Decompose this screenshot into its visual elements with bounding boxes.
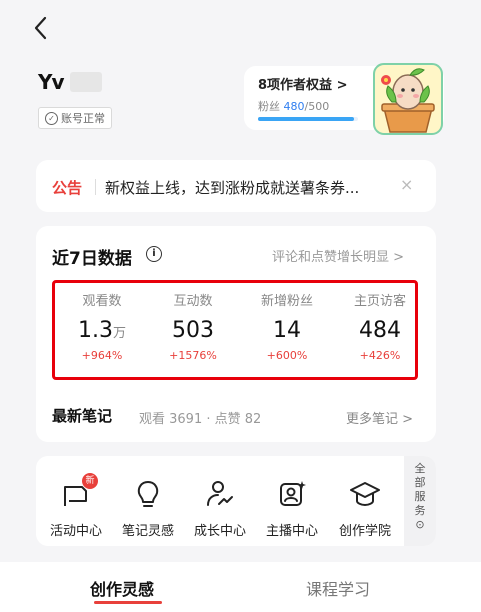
metric-new-fans[interactable]: 新增粉丝 14 +600% xyxy=(241,290,333,362)
close-icon[interactable]: × xyxy=(400,175,413,194)
weekly-data-title: 近7日数据 xyxy=(52,249,132,269)
metric-interactions[interactable]: 互动数 503 +1576% xyxy=(147,290,239,362)
announcement-divider xyxy=(95,179,96,195)
metric-label: 互动数 xyxy=(173,294,213,309)
fans-progress-text: 粉丝 480/500 xyxy=(258,98,329,114)
metric-value: 503 xyxy=(147,318,239,343)
all-services-char: 部 xyxy=(414,476,426,489)
latest-notes-title: 最新笔记 xyxy=(52,407,113,425)
username-redacted xyxy=(70,72,102,92)
latest-notes-stats: 观看 3691 · 点赞 82 xyxy=(139,412,262,427)
metric-change: +600% xyxy=(266,349,308,362)
service-label: 成长中心 xyxy=(193,524,246,539)
username: Yv xyxy=(38,70,65,94)
fans-target: /500 xyxy=(304,100,330,113)
weekly-data-hint-link[interactable]: 评论和点赞增长明显 > xyxy=(272,246,404,265)
metric-label: 新增粉丝 xyxy=(260,294,313,309)
metric-value: 1.3万 xyxy=(56,318,148,343)
metric-label: 主页访客 xyxy=(353,294,406,309)
service-note-inspiration[interactable]: 笔记灵感 xyxy=(113,478,183,539)
graduation-cap-icon xyxy=(350,482,380,507)
metric-unit: 万 xyxy=(112,326,126,341)
fans-progress-fill xyxy=(258,117,354,121)
more-notes-link[interactable]: 更多笔记 > xyxy=(346,408,413,427)
tab-creative-inspiration[interactable]: 创作灵感 xyxy=(90,576,154,600)
lightbulb-icon xyxy=(137,481,159,507)
new-badge: 新 xyxy=(82,473,98,489)
announcement-tag: 公告 xyxy=(52,179,83,197)
metric-views[interactable]: 观看数 1.3万 +964% xyxy=(56,290,148,362)
service-activity-center[interactable]: 活动中心 xyxy=(41,478,111,539)
service-label: 主播中心 xyxy=(265,524,318,539)
all-services-char: 服 xyxy=(414,490,426,503)
service-label: 创作学院 xyxy=(338,524,391,539)
anchor-icon xyxy=(280,481,306,506)
fans-progress-bar xyxy=(258,117,358,121)
service-growth-center[interactable]: 成长中心 xyxy=(185,478,255,539)
metric-number: 503 xyxy=(172,318,214,343)
chevron-circle-icon: ⊙ xyxy=(415,518,425,531)
back-arrow-icon[interactable] xyxy=(30,14,52,42)
check-circle-icon: ✓ xyxy=(45,111,58,125)
metric-change: +964% xyxy=(81,349,123,362)
author-rights-title[interactable]: 8项作者权益 > xyxy=(258,74,347,93)
info-icon[interactable]: i xyxy=(146,246,162,262)
active-tab-indicator xyxy=(94,601,162,604)
metric-value: 14 xyxy=(241,318,333,343)
announcement-text[interactable]: 新权益上线，达到涨粉成就送薯条券... xyxy=(105,177,390,198)
all-services-char: 全 xyxy=(414,462,426,475)
service-label: 活动中心 xyxy=(49,524,102,539)
metric-change: +1576% xyxy=(169,349,217,362)
fans-current: 480 xyxy=(283,100,305,113)
service-label: 笔记灵感 xyxy=(121,524,174,539)
metric-value: 484 xyxy=(334,318,426,343)
all-services-button[interactable]: 全 部 服 务 ⊙ xyxy=(404,456,436,546)
account-status-label: 账号正常 xyxy=(61,112,105,125)
metric-number: 484 xyxy=(359,318,401,343)
metric-number: 1.3 xyxy=(77,318,113,343)
all-services-char: 务 xyxy=(414,504,426,517)
fans-label: 粉丝 xyxy=(258,100,280,113)
bottom-tab-bar xyxy=(0,562,481,612)
service-anchor-center[interactable]: 主播中心 xyxy=(257,478,327,539)
mascot-plant-illustration xyxy=(373,63,443,135)
account-status-badge[interactable]: ✓ 账号正常 xyxy=(38,107,112,129)
growth-icon xyxy=(207,481,233,506)
metric-label: 观看数 xyxy=(82,294,122,309)
metric-change: +426% xyxy=(359,349,401,362)
metric-number: 14 xyxy=(273,318,301,343)
tab-course-learning[interactable]: 课程学习 xyxy=(306,576,370,600)
service-creator-academy[interactable]: 创作学院 xyxy=(330,478,400,539)
metric-profile-visitors[interactable]: 主页访客 484 +426% xyxy=(334,290,426,362)
